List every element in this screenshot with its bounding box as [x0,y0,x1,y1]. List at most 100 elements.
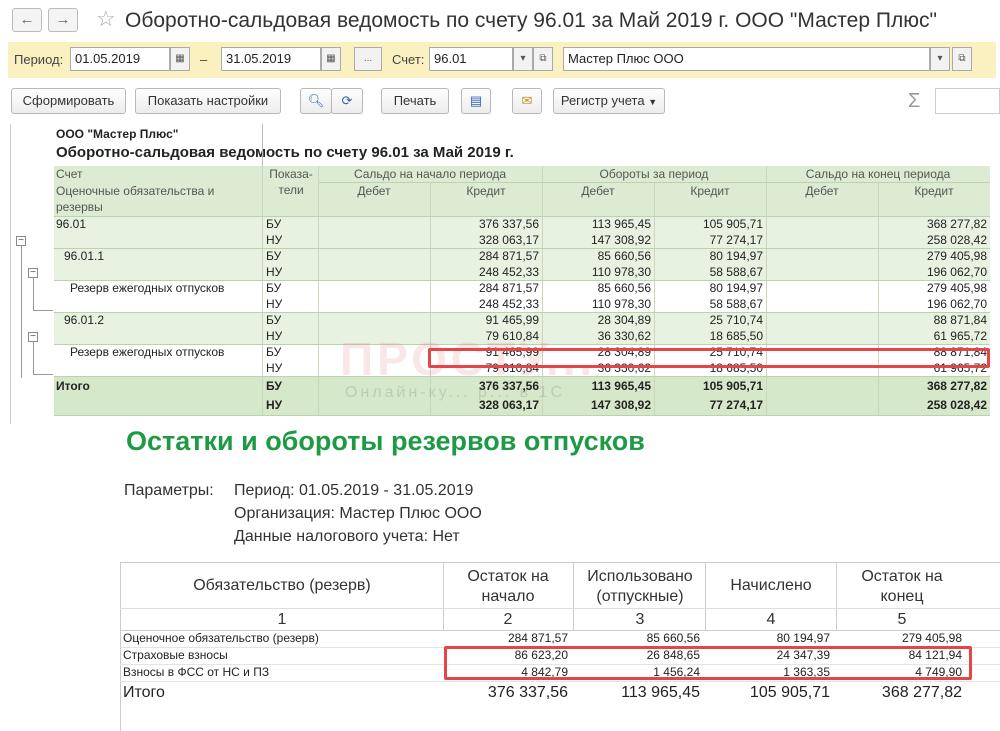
registry-dropdown-button[interactable]: Регистр учета ▼ [553,88,665,114]
date-to-field[interactable]: 31.05.2019 [221,47,321,71]
favorite-star-icon[interactable]: ☆ [96,6,116,32]
osv-cell-c2[interactable]: 80 194,97 [654,248,766,264]
calendar-icon: ▦ [326,53,336,64]
osv-cell-c3[interactable]: 279 405,98 [878,280,990,296]
osv-cell-d2[interactable]: 113 965,45 [542,378,654,394]
osv-row-indicator: БУ [266,313,282,327]
organization-field[interactable]: Мастер Плюс ООО [563,47,930,71]
parameter-bar: Период: 01.05.2019 ▦ – 31.05.2019 ▦ ... … [8,42,996,78]
osv-cell-c1[interactable]: 284 871,57 [430,280,542,296]
collapse-96-01-1-button[interactable]: − [28,268,38,278]
osv-cell-c2[interactable]: 80 194,97 [654,280,766,296]
osv-cell-c3[interactable]: 258 028,42 [878,397,990,413]
osv-row-name: 96.01 [56,217,87,231]
rep-col-3-header: Использовано (отпускные) [587,568,693,605]
calendar-to-button[interactable]: ▦ [321,47,341,71]
report-cell-value: 279 405,98 [901,631,962,645]
print-preview-icon: ▤ [469,93,483,108]
osv-cell-c2[interactable]: 77 274,17 [654,397,766,413]
osv-row-indicator: БУ [266,281,282,295]
osv-cell-c1[interactable]: 328 063,17 [430,397,542,413]
rep-col-2-header: Остаток на начало [467,568,549,605]
osv-cell-c3[interactable]: 88 871,84 [878,312,990,328]
osv-cell-c3[interactable]: 258 028,42 [878,232,990,248]
osv-row-indicator: НУ [266,361,283,375]
osv-cell-c1[interactable]: 284 871,57 [430,248,542,264]
print-button[interactable]: Печать [381,88,449,114]
rep-col-num-1: 1 [277,611,287,628]
org-dropdown-button[interactable]: ▾ [930,47,950,71]
report-v-line [836,562,837,631]
report-row-name: Оценочное обязательство (резерв) [123,631,319,645]
calendar-from-button[interactable]: ▦ [170,47,190,71]
osv-cell-d2[interactable]: 110 978,30 [542,296,654,312]
back-button[interactable]: ← [12,8,42,32]
account-field[interactable]: 96.01 [429,47,513,71]
preview-button[interactable]: ▤ [461,88,491,114]
report-cell-value: 80 194,97 [776,631,830,645]
email-button[interactable]: ✉ [512,88,542,114]
osv-cell-d2[interactable]: 113 965,45 [542,216,654,232]
osv-title: Оборотно-сальдовая ведомость по счету 96… [56,144,514,161]
col-credit-1: Кредит [466,184,506,198]
search-button[interactable]: 🔍︎ [300,88,332,114]
grid-v [318,166,319,415]
osv-cell-c1[interactable]: 376 337,56 [430,216,542,232]
osv-cell-d2[interactable]: 36 330,62 [542,328,654,344]
period-select-button[interactable]: ... [354,47,382,71]
org-open-button[interactable]: ⧉ [952,47,972,71]
osv-cell-c3[interactable]: 61 965,72 [878,328,990,344]
col-debit-2: Дебет [581,184,615,198]
grid-v [262,166,263,415]
generate-button[interactable]: Сформировать [11,88,126,114]
osv-cell-d2[interactable]: 147 308,92 [542,232,654,248]
show-settings-button[interactable]: Показать настройки [135,88,281,114]
osv-cell-c1[interactable]: 248 452,33 [430,296,542,312]
report-top-line [120,562,1000,563]
osv-cell-c3[interactable]: 196 062,70 [878,264,990,280]
osv-cell-c2[interactable]: 58 588,67 [654,296,766,312]
report-v-line [573,562,574,631]
osv-cell-c2[interactable]: 58 588,67 [654,264,766,280]
osv-cell-c3[interactable]: 279 405,98 [878,248,990,264]
registry-label: Регистр учета [560,93,645,108]
osv-cell-d2[interactable]: 28 304,89 [542,312,654,328]
osv-cell-c2[interactable]: 18 685,50 [654,328,766,344]
col-credit-2: Кредит [690,184,730,198]
osv-cell-c3[interactable]: 368 277,82 [878,378,990,394]
col-end-balance: Сальдо на конец периода [805,167,951,181]
param-tax: Данные налогового учета: Нет [234,528,460,545]
osv-row-name: Резерв ежегодных отпусков [70,281,225,295]
tree-line [21,246,22,378]
rep-col-num-5: 5 [897,611,907,628]
report-row-line [120,681,1000,682]
osv-cell-c1[interactable]: 91 465,99 [430,312,542,328]
open-window-icon: ⧉ [539,53,547,64]
osv-cell-c3[interactable]: 196 062,70 [878,296,990,312]
osv-cell-d2[interactable]: 85 660,56 [542,280,654,296]
osv-cell-c2[interactable]: 105 905,71 [654,378,766,394]
account-open-button[interactable]: ⧉ [533,47,553,71]
osv-cell-d2[interactable]: 85 660,56 [542,248,654,264]
chevron-down-icon: ▼ [648,97,658,107]
osv-cell-c1[interactable]: 79 610,84 [430,328,542,344]
osv-cell-c3[interactable]: 368 277,82 [878,216,990,232]
osv-cell-c2[interactable]: 105 905,71 [654,216,766,232]
search-advanced-button[interactable]: ⟳ [331,88,363,114]
col-credit-3: Кредит [914,184,954,198]
osv-cell-c2[interactable]: 25 710,74 [654,312,766,328]
search-advanced-icon: ⟳ [341,93,353,108]
report-highlight-box [444,646,972,680]
date-from-field[interactable]: 01.05.2019 [70,47,170,71]
osv-cell-d2[interactable]: 147 308,92 [542,397,654,413]
osv-cell-c1[interactable]: 328 063,17 [430,232,542,248]
osv-cell-d2[interactable]: 110 978,30 [542,264,654,280]
forward-button[interactable]: → [48,8,78,32]
collapse-96-01-button[interactable]: − [16,236,26,246]
osv-cell-c1[interactable]: 376 337,56 [430,378,542,394]
account-dropdown-button[interactable]: ▾ [513,47,533,71]
osv-cell-c2[interactable]: 77 274,17 [654,232,766,248]
report-title: Остатки и обороты резервов отпусков [126,426,645,456]
osv-cell-c1[interactable]: 248 452,33 [430,264,542,280]
collapse-96-01-2-button[interactable]: − [28,332,38,342]
